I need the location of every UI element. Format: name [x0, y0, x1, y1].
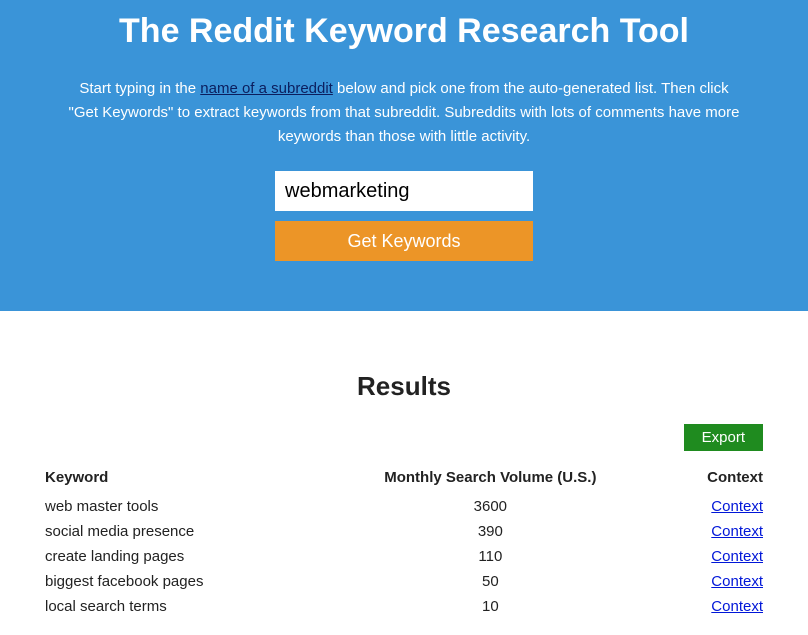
- column-header-context: Context: [669, 469, 763, 494]
- input-group: Get Keywords: [40, 171, 768, 261]
- context-link[interactable]: Context: [711, 498, 763, 515]
- subreddit-name-link[interactable]: name of a subreddit: [200, 80, 333, 97]
- table-row: biggest facebook pages50 Context: [45, 569, 763, 594]
- results-section: Results Export Keyword Monthly Search Vo…: [0, 311, 808, 635]
- volume-cell: 390: [312, 519, 669, 544]
- column-header-keyword: Keyword: [45, 469, 312, 494]
- table-row: social media presence390 Context: [45, 519, 763, 544]
- hero-description: Start typing in the name of a subreddit …: [64, 77, 744, 149]
- export-row: Export: [45, 424, 763, 451]
- context-link[interactable]: Context: [711, 573, 763, 590]
- volume-cell: 3600: [312, 494, 669, 519]
- hero-section: The Reddit Keyword Research Tool Start t…: [0, 0, 808, 311]
- keyword-cell: local search terms: [45, 594, 312, 619]
- keyword-cell: social media presence: [45, 519, 312, 544]
- table-row: local search terms10 Context: [45, 594, 763, 619]
- context-link[interactable]: Context: [711, 523, 763, 540]
- table-header-row: Keyword Monthly Search Volume (U.S.) Con…: [45, 469, 763, 494]
- page-title: The Reddit Keyword Research Tool: [40, 12, 768, 51]
- context-link[interactable]: Context: [711, 548, 763, 565]
- table-row: create landing pages110 Context: [45, 544, 763, 569]
- volume-cell: 50: [312, 569, 669, 594]
- keyword-cell: biggest facebook pages: [45, 569, 312, 594]
- results-title: Results: [45, 371, 763, 402]
- context-cell: Context: [669, 494, 763, 519]
- context-cell: Context: [669, 569, 763, 594]
- keyword-cell: web master tools: [45, 494, 312, 519]
- context-cell: Context: [669, 594, 763, 619]
- desc-pre: Start typing in the: [79, 80, 200, 97]
- subreddit-input[interactable]: [275, 171, 533, 211]
- volume-cell: 10: [312, 594, 669, 619]
- context-cell: Context: [669, 544, 763, 569]
- results-table: Keyword Monthly Search Volume (U.S.) Con…: [45, 469, 763, 619]
- context-cell: Context: [669, 519, 763, 544]
- keyword-cell: create landing pages: [45, 544, 312, 569]
- volume-cell: 110: [312, 544, 669, 569]
- get-keywords-button[interactable]: Get Keywords: [275, 221, 533, 261]
- column-header-volume: Monthly Search Volume (U.S.): [312, 469, 669, 494]
- context-link[interactable]: Context: [711, 598, 763, 615]
- export-button[interactable]: Export: [684, 424, 763, 451]
- table-row: web master tools3600 Context: [45, 494, 763, 519]
